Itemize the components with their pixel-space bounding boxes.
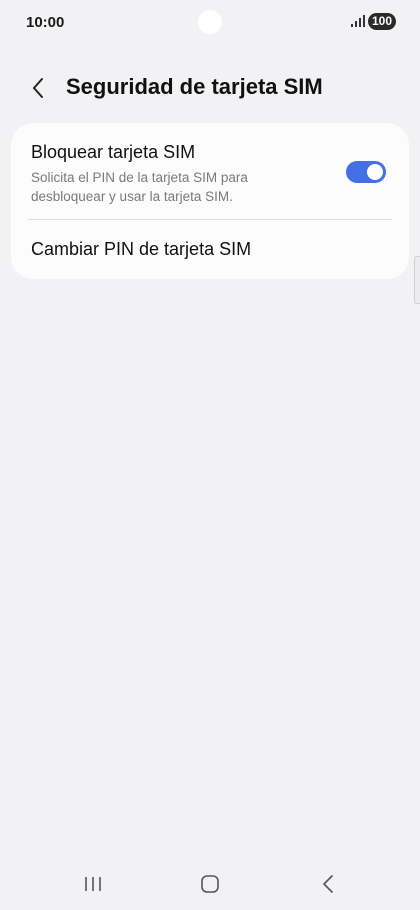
signal-icon [351, 15, 365, 27]
front-camera-icon [198, 10, 222, 34]
navigation-bar [0, 862, 420, 910]
back-button[interactable] [24, 74, 52, 102]
page-title: Seguridad de tarjeta SIM [66, 74, 323, 99]
battery-icon: 100 [368, 13, 397, 30]
home-button[interactable] [188, 872, 232, 896]
recent-apps-icon [85, 877, 101, 891]
lock-sim-toggle[interactable] [346, 161, 386, 183]
back-icon [323, 875, 333, 893]
recent-apps-button[interactable] [71, 872, 115, 896]
status-time: 10:00 [26, 14, 65, 31]
status-bar: 10:00 100 [0, 0, 420, 46]
toggle-knob [367, 164, 383, 180]
lock-sim-description: Solicita el PIN de la tarjeta SIM para d… [31, 170, 248, 204]
lock-sim-row[interactable]: Bloquear tarjeta SIM Solicita el PIN de … [11, 123, 409, 219]
change-pin-row[interactable]: Cambiar PIN de tarjeta SIM [11, 220, 409, 279]
lock-sim-title: Bloquear tarjeta SIM [31, 142, 196, 162]
change-pin-label: Cambiar PIN de tarjeta SIM [31, 239, 252, 259]
chevron-left-icon [33, 78, 43, 98]
edge-panel-handle[interactable] [414, 256, 420, 304]
home-icon [201, 875, 219, 893]
nav-back-button[interactable] [306, 872, 350, 896]
page-header: Seguridad de tarjeta SIM [0, 66, 420, 112]
settings-card: Bloquear tarjeta SIM Solicita el PIN de … [11, 123, 409, 279]
